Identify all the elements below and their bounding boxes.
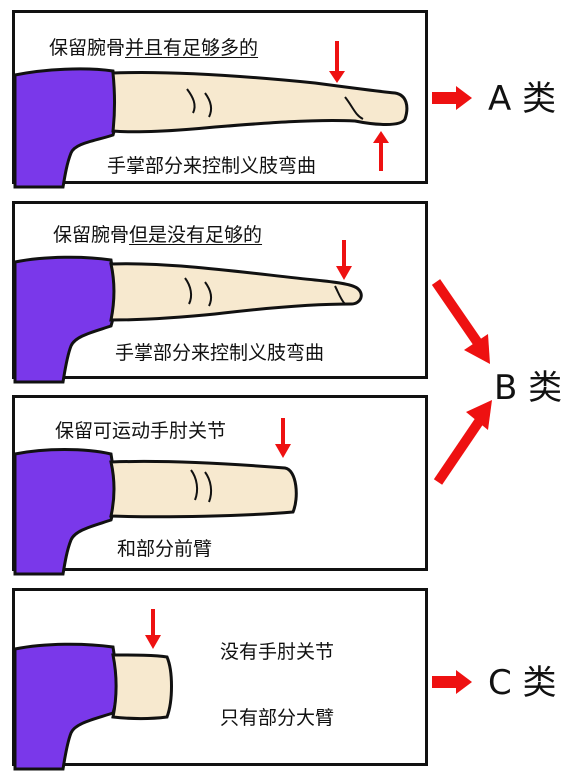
panel-b2-line2: 和部分前臂 — [117, 538, 213, 560]
limb-a — [111, 71, 409, 134]
down-arrow-icon — [275, 418, 291, 458]
down-arrow-icon — [329, 41, 345, 83]
panel-b1-line1: 保留腕骨但是没有足够的 — [53, 226, 262, 245]
limb-b2 — [109, 459, 298, 519]
arm-illustration-c — [13, 609, 173, 771]
category-a-label: A 类 — [488, 79, 557, 119]
limb-b1 — [109, 262, 363, 322]
limb-c — [111, 653, 173, 720]
right-arrow-icon-c — [432, 670, 472, 694]
sleeve-c — [13, 642, 119, 771]
panel-b1-line2: 手掌部分来控制义肢弯曲 — [115, 342, 325, 364]
panel-b1-line1-underlined: 但是没有足够的 — [129, 224, 263, 246]
sleeve-b2 — [13, 448, 117, 576]
sleeve-b1 — [13, 255, 117, 384]
down-arrow-icon — [336, 240, 352, 280]
panel-c-line1: 没有手肘关节 — [220, 641, 335, 663]
right-arrow-icon-a — [432, 86, 472, 110]
panel-a-line1-prefix: 保留腕骨 — [49, 37, 126, 59]
category-b-label: B 类 — [494, 368, 563, 408]
diagonal-arrow-up-icon — [433, 400, 492, 485]
down-arrow-icon — [145, 609, 161, 649]
panel-b2: 保留可运动手肘关节 和部分前臂 — [12, 395, 428, 576]
up-arrow-icon — [373, 131, 389, 171]
panel-b1: 保留腕骨但是没有足够的 手掌部分来控制义肢弯曲 — [12, 201, 428, 384]
sleeve-a — [13, 67, 119, 189]
diagonal-arrow-down-icon — [431, 279, 490, 364]
category-c-label: C 类 — [488, 663, 557, 703]
panel-a-line2: 手掌部分来控制义肢弯曲 — [107, 155, 317, 177]
panel-a: 保留腕骨并且有足够多的 手掌部分来控制义肢弯曲 — [12, 10, 428, 189]
panel-c-line2: 只有部分大臂 — [220, 707, 335, 729]
panel-b1-line1-prefix: 保留腕骨 — [53, 224, 130, 246]
panel-b2-line1: 保留可运动手肘关节 — [55, 420, 227, 442]
panel-a-line1-underlined: 并且有足够多的 — [125, 37, 259, 59]
panel-a-line1: 保留腕骨并且有足够多的 — [49, 39, 258, 58]
panel-c: 没有手肘关节 只有部分大臂 — [12, 588, 428, 771]
